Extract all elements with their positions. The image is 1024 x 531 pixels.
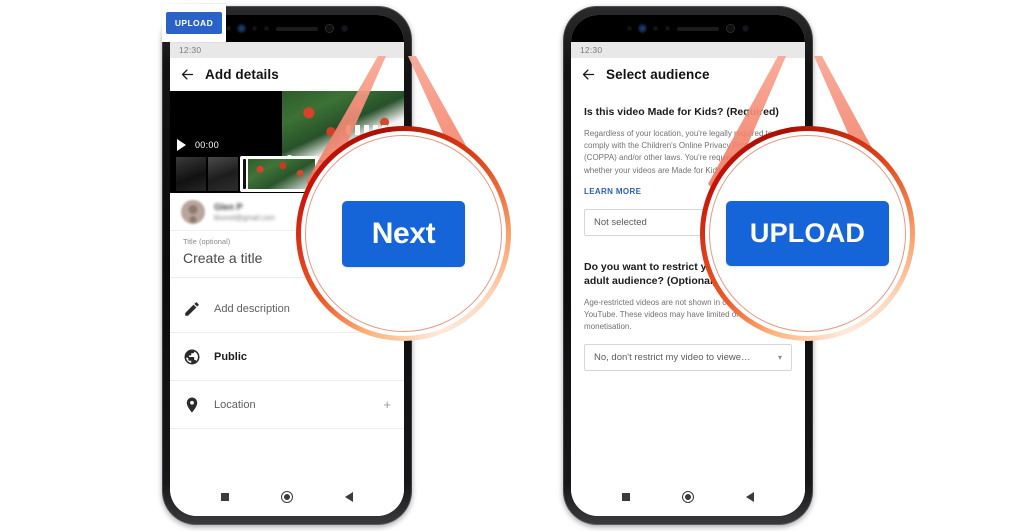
status-bar: 12:30: [170, 42, 404, 58]
proximity-sensor-icon: [742, 25, 749, 32]
back-arrow-icon[interactable]: [581, 67, 596, 82]
playback-controls: 00:00: [170, 139, 219, 151]
play-icon[interactable]: [177, 139, 186, 151]
magnifier-face: UPLOAD: [711, 137, 904, 330]
avatar: [181, 199, 205, 224]
select-value: No, don't restrict my video to viewe…: [594, 351, 751, 363]
select-value: Not selected: [594, 216, 647, 228]
list-item-label: Public: [214, 350, 248, 363]
upload-button-zoomed[interactable]: UPLOAD: [725, 201, 890, 266]
status-bar: 12:30: [571, 42, 805, 58]
status-clock: 12:30: [179, 45, 202, 55]
age-restriction-select[interactable]: No, don't restrict my video to viewe… ▾: [584, 343, 792, 371]
earpiece-speaker-icon: [276, 26, 318, 31]
account-text: Glen P blurred@gmail.com: [214, 202, 275, 222]
page-title: Select audience: [606, 67, 710, 82]
learn-more-link[interactable]: LEARN MORE: [584, 187, 641, 196]
status-clock: 12:30: [580, 45, 603, 55]
next-magnifier-callout: Next: [296, 126, 511, 341]
sensor-strip: [571, 15, 805, 42]
upload-button[interactable]: UPLOAD: [165, 12, 223, 34]
sensor-dot-icon: [653, 26, 658, 31]
recents-square-icon[interactable]: [221, 493, 229, 501]
filmstrip-thumb[interactable]: [208, 157, 238, 191]
back-triangle-icon[interactable]: [345, 492, 353, 502]
magnifier-face: Next: [307, 137, 500, 330]
pencil-icon: [185, 301, 199, 316]
app-bar: Add details: [170, 58, 404, 91]
page-title: Add details: [205, 67, 279, 82]
account-name: Glen P: [214, 201, 243, 212]
sensor-dot-icon: [226, 26, 231, 31]
sensor-dot-icon: [252, 26, 257, 31]
sensor-dot-icon: [264, 26, 269, 31]
plus-icon[interactable]: +: [383, 397, 391, 412]
sensor-dot-icon: [665, 26, 670, 31]
filmstrip-thumb-image: [248, 159, 315, 189]
front-camera-icon: [238, 25, 245, 32]
trim-handle[interactable]: [243, 159, 246, 189]
front-camera-icon: [639, 25, 646, 32]
list-item-label: Location: [214, 398, 256, 411]
filmstrip-thumb[interactable]: [176, 157, 206, 191]
earpiece-speaker-icon: [677, 26, 719, 31]
chevron-down-icon[interactable]: ▾: [778, 353, 782, 362]
made-for-kids-question: Is this video Made for Kids? (Required): [584, 106, 779, 118]
iris-scanner-icon: [726, 24, 735, 33]
app-bar: Select audience: [571, 58, 805, 91]
next-button-zoomed[interactable]: Next: [341, 200, 466, 267]
recents-square-icon[interactable]: [622, 493, 630, 501]
upload-button-highlight: UPLOAD: [162, 4, 226, 42]
android-nav-bar: [170, 478, 404, 516]
screenshot-stage: 12:30 Add details 00:00 Glen P blurred@g…: [0, 0, 1024, 531]
back-triangle-icon[interactable]: [746, 492, 754, 502]
android-nav-bar: [571, 478, 805, 516]
home-circle-icon[interactable]: [682, 491, 694, 503]
home-circle-icon[interactable]: [281, 491, 293, 503]
list-item-visibility[interactable]: Public: [170, 333, 404, 381]
iris-scanner-icon: [325, 24, 334, 33]
sensor-dot-icon: [627, 26, 632, 31]
upload-magnifier-callout: UPLOAD: [700, 126, 915, 341]
globe-icon: [184, 349, 200, 364]
account-email: blurred@gmail.com: [214, 214, 275, 222]
video-timecode: 00:00: [195, 140, 220, 150]
list-item-location[interactable]: Location +: [170, 381, 404, 429]
location-icon: [186, 397, 198, 412]
proximity-sensor-icon: [341, 25, 348, 32]
back-arrow-icon[interactable]: [180, 67, 195, 82]
